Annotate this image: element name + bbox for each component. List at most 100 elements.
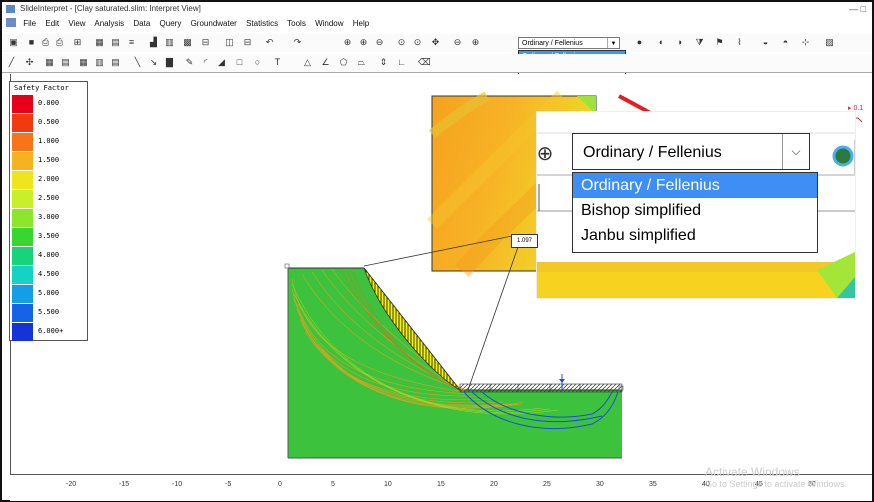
grid-icon[interactable]: ▦ [44,57,55,68]
zoom-in-icon-large[interactable]: ⊕ [533,142,557,166]
export-icon[interactable]: ▦ [94,37,105,48]
scale-icon[interactable]: ⊞ [72,37,83,48]
menu-edit[interactable]: Edit [45,19,59,28]
zoom-window-icon[interactable]: ⊙ [396,37,407,48]
tile-icon[interactable]: ▩ [182,37,193,48]
axis-tick-label: 20 [490,481,498,488]
axis-tick-label: 5 [331,481,335,488]
chevron-down-icon[interactable]: ▼ [607,38,619,48]
window-icon[interactable]: ◫ [224,37,235,48]
query-icon[interactable]: ⚑ [714,37,725,48]
triangle-icon[interactable]: △ [302,57,313,68]
menu-query[interactable]: Query [160,19,182,28]
legend-label: 5.500 [38,308,60,316]
data-table-icon[interactable]: ▥ [94,57,105,68]
axis-tick-label: 10 [384,481,392,488]
fill-icon[interactable]: ◢ [216,57,227,68]
menu-data[interactable]: Data [133,19,150,28]
all-surfaces-icon[interactable]: ◑ [674,37,685,48]
graph-icon[interactable]: ⌇ [734,37,745,48]
legend-item: 5.500 [12,303,86,323]
menu-file[interactable]: File [23,19,36,28]
menu-groundwater[interactable]: Groundwater [191,19,237,28]
safety-factor-legend: Safety Factor 0.000 0.500 1.000 1.500 2.000 2… [9,81,88,341]
table-view-icon[interactable]: ▦ [78,57,89,68]
pencil-icon[interactable]: ╱ [6,57,17,68]
arc-icon[interactable]: ◜ [200,57,211,68]
dimension-icon[interactable]: ⇕ [378,57,389,68]
info-icon[interactable]: ▨ [824,37,835,48]
slip-surface-icon[interactable]: ◐ [656,37,667,48]
menu-statistics[interactable]: Statistics [246,19,278,28]
arrange-icon[interactable]: ⊟ [200,37,211,48]
display-icon[interactable]: ▤ [60,57,71,68]
print-preview-icon[interactable]: ⎙ [40,37,51,48]
split-icon[interactable]: ⊟ [242,37,253,48]
magnifier-icon[interactable]: ⊕ [470,37,481,48]
water-icon[interactable]: ◓ [780,37,791,48]
method-select-large[interactable]: Ordinary / Fellenius ⌵ [572,133,810,170]
method-select-small[interactable]: Ordinary / Fellenius ▼ [518,37,620,49]
redo-icon[interactable]: ↷ [292,37,303,48]
legend-item: 0.500 [12,113,86,133]
menu-view[interactable]: View [68,19,85,28]
method-option-bishop[interactable]: Bishop simplified [573,198,817,223]
axis-tick-label: -20 [66,481,77,488]
menu-tools[interactable]: Tools [287,19,306,28]
sheet-icon[interactable]: ▤ [110,57,121,68]
print-icon[interactable]: ⎙ [54,37,65,48]
angle-icon[interactable]: ∠ [320,57,331,68]
line-icon[interactable]: ╲ [132,57,143,68]
legend-label: 1.000 [38,137,60,145]
window-controls[interactable]: — □ [849,2,866,16]
zoom-extents-icon[interactable]: ⊙ [412,37,423,48]
axis-tick-label: 25 [543,481,551,488]
arrow-line-icon[interactable]: ↘ [148,57,159,68]
new-file-icon[interactable]: ▣ [8,37,19,48]
toolbar-main: ▣ ■ ⎙ ⎙ ⊞ ▦ ▤ ≡ ▟ ▥ ▩ ⊟ ◫ ⊟ ↶ ↷ ⊕ ⊕ ⊖ ⊙ … [2,34,872,52]
text-box-icon[interactable]: T [272,57,283,68]
legend-item: 1.000 [12,132,86,152]
zoom-all-icon[interactable]: ⊕ [342,37,353,48]
eraser-icon[interactable]: ⌫ [418,57,431,68]
filter-icon[interactable]: ⧩ [694,37,705,48]
layers-icon[interactable]: ≡ [126,37,137,48]
axis-tick-label: 35 [649,481,657,488]
zoom-out-icon[interactable]: ⊖ [374,37,385,48]
method-select-large-value: Ordinary / Fellenius [583,144,722,161]
axis-tick-label: 0 [278,481,282,488]
properties-icon[interactable]: ⊹ [800,37,811,48]
axis-tick-label: -10 [172,481,183,488]
rectangle-icon[interactable]: □ [234,57,245,68]
chevron-down-icon[interactable]: ⌵ [782,134,809,169]
method-option-ordinary[interactable]: Ordinary / Fellenius [573,173,817,198]
menu-help[interactable]: Help [353,19,369,28]
menu-window[interactable]: Window [315,19,343,28]
chart-icon[interactable]: ▟ [148,37,159,48]
method-option-janbu[interactable]: Janbu simplified [573,223,817,248]
undo-icon[interactable]: ↶ [264,37,275,48]
copy-icon[interactable]: ▤ [110,37,121,48]
table-icon[interactable]: ▥ [164,37,175,48]
legend-label: 4.000 [38,251,60,259]
save-icon[interactable]: ■ [26,37,37,48]
menu-analysis[interactable]: Analysis [94,19,124,28]
legend-swatch [12,190,33,208]
snap-icon[interactable]: ✣ [24,57,35,68]
global-min-icon[interactable]: ● [634,37,645,48]
legend-item: 3.000 [12,208,86,228]
contour-icon[interactable]: ◒ [760,37,771,48]
axis-icon[interactable]: ∟ [396,57,407,68]
legend-label: 5.000 [38,289,60,297]
toolbar-draw: ╱ ✣ ▦ ▤ ▦ ▥ ▤ ╲ ↘ ▇ ✎ ◜ ◢ □ ○ T △ ∠ ⬠ ⏢ … [2,54,872,73]
chart-bar-icon[interactable]: ▇ [164,57,175,68]
polygon-icon[interactable]: ⬠ [338,57,349,68]
legend-item: 1.500 [12,151,86,171]
zoom-in-icon[interactable]: ⊕ [358,37,369,48]
axis-tick-label: -15 [119,481,130,488]
polyline-icon[interactable]: ⏢ [356,57,367,68]
pen-icon[interactable]: ✎ [184,57,195,68]
zoom-previous-icon[interactable]: ⊖ [452,37,463,48]
pan-icon[interactable]: ✥ [430,37,441,48]
ellipse-icon[interactable]: ○ [252,57,263,68]
